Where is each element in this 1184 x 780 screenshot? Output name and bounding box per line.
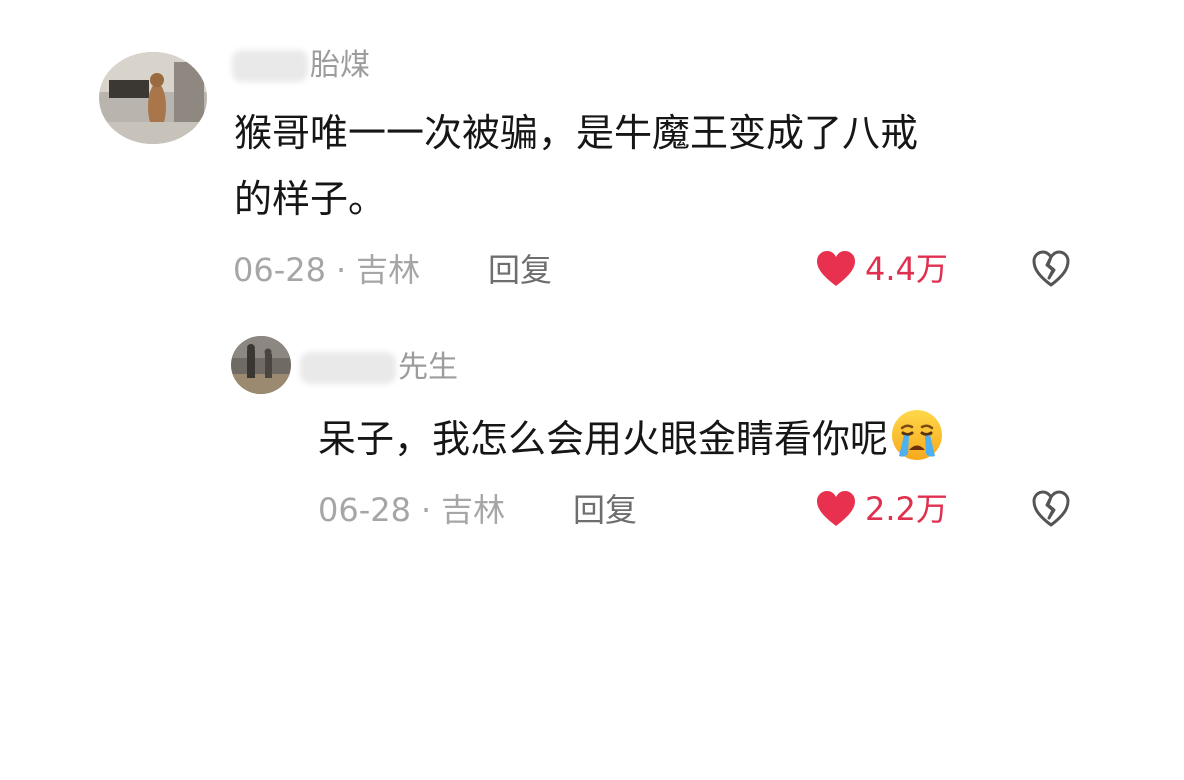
username-text: 胎煤 [310,48,370,83]
comment-line: 的样子。 [234,177,387,221]
dislike-button[interactable] [1031,490,1071,532]
comment-line: 猴哥唯一一次被骗，是牛魔王变成了八戒 [234,111,919,155]
comment-date: 06-28 [233,251,326,289]
avatar-image [231,336,291,394]
comment-meta: 06-28 · 吉林 [318,494,505,526]
avatar[interactable] [231,336,291,394]
username[interactable]: 胎煤 [232,50,370,82]
meta-separator: · [335,251,347,289]
username-text: 先生 [398,350,458,385]
blurred-name [300,352,396,384]
comment-body[interactable]: 猴哥唯一一次被骗，是牛魔王变成了八戒 的样子。 [234,100,1074,232]
crying-face-emoji [892,410,943,460]
reply-button[interactable]: 回复 [573,494,637,526]
like-button[interactable]: 4.4万 [815,250,948,288]
like-count: 4.4万 [865,250,948,288]
username[interactable]: 先生 [300,352,458,384]
like-count: 2.2万 [865,490,948,528]
comment-location: 吉林 [356,251,421,289]
avatar[interactable] [99,52,207,144]
comment-date: 06-28 [318,491,411,529]
blurred-name [232,50,308,82]
broken-heart-icon [1032,490,1070,527]
reply-button[interactable]: 回复 [488,254,552,286]
heart-icon [817,491,855,526]
broken-heart-icon [1032,250,1070,287]
comment-body[interactable]: 呆子，我怎么会用火眼金睛看你呢 [318,406,1078,472]
comment-line: 呆子，我怎么会用火眼金睛看你呢 [318,417,889,461]
heart-icon [817,251,855,286]
comment-location: 吉林 [441,491,506,529]
like-button[interactable]: 2.2万 [815,490,948,528]
meta-separator: · [420,491,432,529]
dislike-button[interactable] [1031,250,1071,292]
comment-meta: 06-28 · 吉林 [233,254,420,286]
avatar-image [99,52,207,144]
